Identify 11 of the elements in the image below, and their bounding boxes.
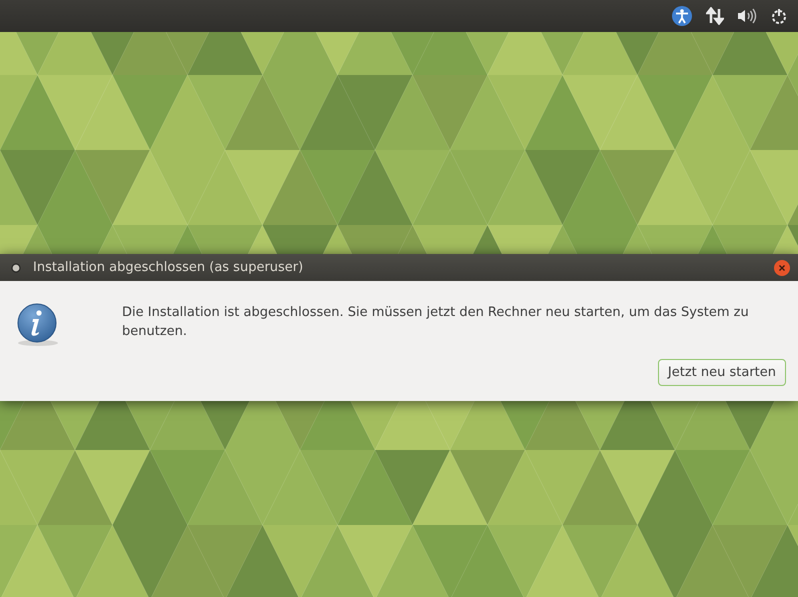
window-menu-icon[interactable] [11,262,21,272]
close-button[interactable] [774,260,790,276]
close-icon [778,264,786,272]
info-icon [16,303,60,347]
volume-icon[interactable] [737,8,757,24]
window-title: Installation abgeschlossen (as superuser) [33,260,304,275]
gear-power-icon[interactable] [770,7,788,25]
message-text: Die Installation ist abgeschlossen. Sie müssen jetzt den Rechner neu starten, um das System zu benutzen. [122,304,750,341]
restart-button[interactable]: Jetzt neu starten [658,359,786,386]
network-arrows-icon[interactable] [706,7,724,25]
accessibility-icon[interactable] [671,5,693,27]
